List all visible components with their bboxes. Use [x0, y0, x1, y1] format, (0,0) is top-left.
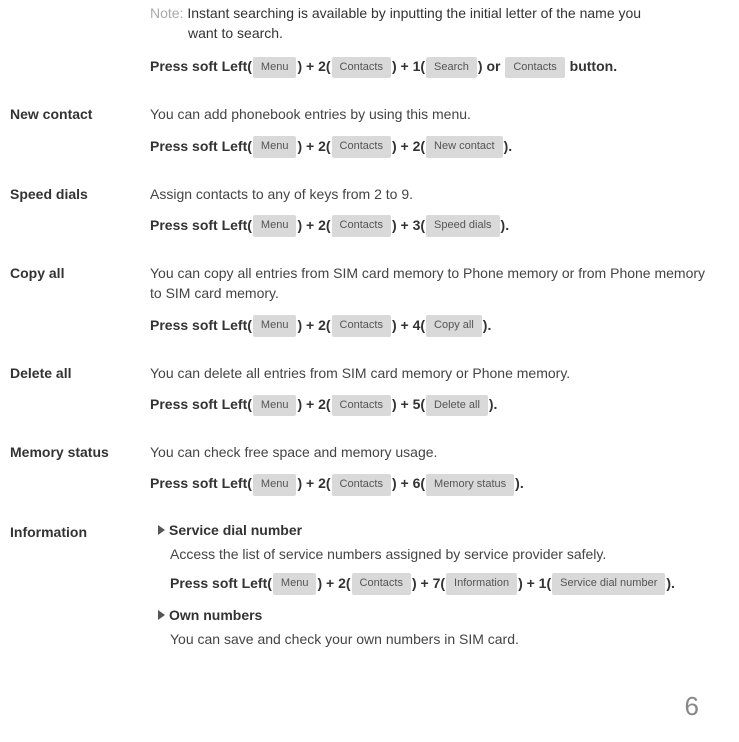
service-dial-desc: Access the list of service numbers assig…	[170, 544, 709, 564]
menu-button: Menu	[253, 315, 297, 337]
note: Note: Instant searching is available by …	[150, 4, 709, 43]
menu-button: Menu	[253, 474, 297, 496]
press-memory-status: Press soft Left(Menu) + 2(Contacts) + 6(…	[150, 472, 709, 495]
section-label-information: Information	[10, 522, 150, 540]
press-speed-dials: Press soft Left(Menu) + 2(Contacts) + 3(…	[150, 214, 709, 237]
contacts-button: Contacts	[332, 136, 391, 158]
sub-heading-own-numbers: Own numbers	[158, 607, 709, 623]
note-text-1: Instant searching is available by inputt…	[187, 5, 641, 21]
delete-all-button: Delete all	[426, 395, 488, 417]
contacts-button: Contacts	[352, 573, 411, 595]
page-number: 6	[10, 691, 709, 722]
copy-all-desc: You can copy all entries from SIM card m…	[150, 263, 709, 304]
section-label-delete-all: Delete all	[10, 363, 150, 381]
press-service-dial: Press soft Left(Menu) + 2(Contacts) + 7(…	[170, 572, 709, 595]
menu-button: Menu	[253, 395, 297, 417]
delete-all-desc: You can delete all entries from SIM card…	[150, 363, 709, 383]
press-search: Press soft Left(Menu) + 2(Contacts) + 1(…	[150, 55, 709, 78]
search-button: Search	[426, 57, 477, 79]
menu-button: Menu	[253, 136, 297, 158]
press-new-contact: Press soft Left(Menu) + 2(Contacts) + 2(…	[150, 135, 709, 158]
contacts-button: Contacts	[332, 395, 391, 417]
menu-button: Menu	[273, 573, 317, 595]
section-label-copy-all: Copy all	[10, 263, 150, 281]
contacts-button: Contacts	[332, 315, 391, 337]
new-contact-button: New contact	[426, 136, 503, 158]
note-label: Note:	[150, 5, 183, 21]
arrow-icon	[158, 525, 165, 535]
contacts-button: Contacts	[332, 57, 391, 79]
information-button: Information	[446, 573, 517, 595]
press-delete-all: Press soft Left(Menu) + 2(Contacts) + 5(…	[150, 393, 709, 416]
own-numbers-desc: You can save and check your own numbers …	[170, 629, 709, 649]
section-label-new-contact: New contact	[10, 104, 150, 122]
copy-all-button: Copy all	[426, 315, 482, 337]
new-contact-desc: You can add phonebook entries by using t…	[150, 104, 709, 124]
speed-dials-button: Speed dials	[426, 215, 500, 237]
contacts-button-2: Contacts	[505, 57, 564, 79]
arrow-icon	[158, 610, 165, 620]
contacts-button: Contacts	[332, 474, 391, 496]
section-label-memory-status: Memory status	[10, 442, 150, 460]
sub-heading-service-dial: Service dial number	[158, 522, 709, 538]
section-label-speed-dials: Speed dials	[10, 184, 150, 202]
contacts-button: Contacts	[332, 215, 391, 237]
memory-status-desc: You can check free space and memory usag…	[150, 442, 709, 462]
memory-status-button: Memory status	[426, 474, 514, 496]
service-dial-button: Service dial number	[552, 573, 665, 595]
press-copy-all: Press soft Left(Menu) + 2(Contacts) + 4(…	[150, 314, 709, 337]
menu-button: Menu	[253, 57, 297, 79]
speed-dials-desc: Assign contacts to any of keys from 2 to…	[150, 184, 709, 204]
note-text-2: want to search.	[150, 24, 709, 44]
menu-button: Menu	[253, 215, 297, 237]
